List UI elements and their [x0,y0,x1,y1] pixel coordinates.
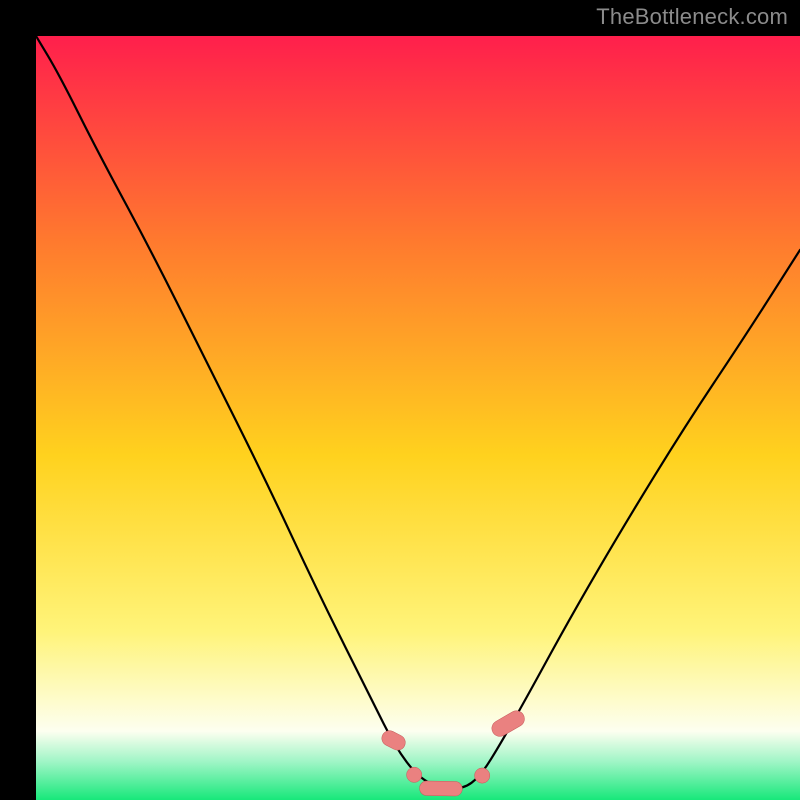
marker-capsule [419,781,462,796]
marker-dot [475,768,490,783]
gradient-background [36,36,800,800]
watermark-text: TheBottleneck.com [596,4,788,30]
chart-svg [36,36,800,800]
chart-frame [0,0,800,800]
plot-area [36,36,800,800]
marker-dot [407,767,422,782]
